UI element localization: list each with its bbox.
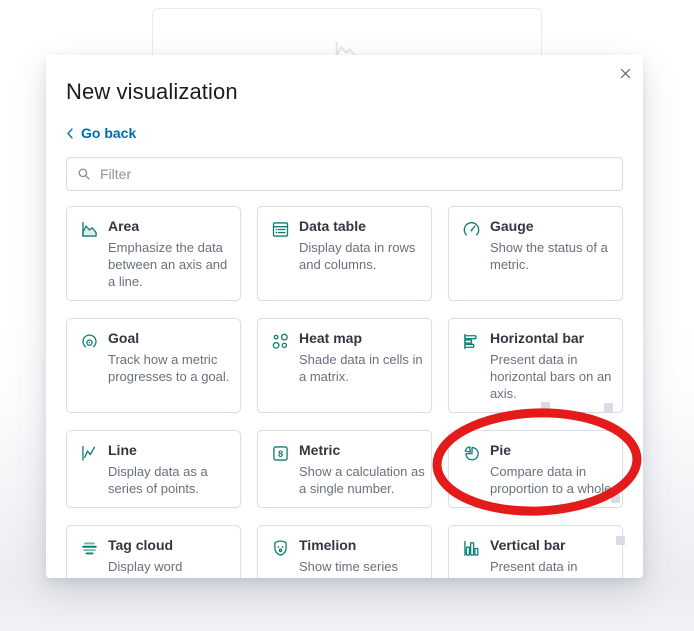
- card-description: Display data in rows and columns.: [299, 240, 416, 272]
- annotation-handle: [541, 402, 550, 411]
- close-icon[interactable]: [616, 64, 634, 82]
- card-title: Heat map: [299, 330, 363, 346]
- data-table-icon: [270, 219, 291, 240]
- card-line[interactable]: Line Display data as a series of points.: [66, 430, 241, 508]
- card-description: Shade data in cells in a matrix.: [299, 352, 423, 384]
- card-title: Area: [108, 218, 140, 234]
- modal-title: New visualization: [66, 79, 238, 104]
- card-title: Line: [108, 442, 137, 458]
- card-title: Tag cloud: [108, 537, 174, 553]
- pie-icon: [461, 443, 482, 464]
- metric-icon: 8: [270, 443, 291, 464]
- card-description: Show the status of a metric.: [490, 240, 608, 272]
- card-title: Vertical bar: [490, 537, 566, 553]
- chevron-left-icon: [66, 127, 74, 140]
- line-icon: [79, 443, 100, 464]
- card-gauge[interactable]: Gauge Show the status of a metric.: [448, 206, 623, 301]
- card-title: Goal: [108, 330, 140, 346]
- card-description: Track how a metric progresses to a goal.: [108, 352, 230, 384]
- card-title: Data table: [299, 218, 366, 234]
- card-horizontal-bar[interactable]: Horizontal bar Present data in horizontal…: [448, 318, 623, 413]
- card-title: Metric: [299, 442, 341, 458]
- annotation-handle: [604, 403, 613, 412]
- card-description: Show time series data on a graph.: [299, 559, 398, 578]
- card-description: Emphasize the data between an axis and a…: [108, 240, 228, 289]
- card-title: Gauge: [490, 218, 534, 234]
- go-back-label: Go back: [81, 125, 137, 141]
- tag-cloud-icon: [79, 538, 100, 559]
- card-metric[interactable]: 8 Metric Show a calculation as a single nu…: [257, 430, 432, 508]
- goal-icon: [79, 331, 100, 352]
- visualization-type-grid: Area Emphasize the data between an axis a…: [66, 206, 623, 578]
- vertical-bar-icon: [461, 538, 482, 559]
- card-area[interactable]: Area Emphasize the data between an axis a…: [66, 206, 241, 301]
- card-description: Present data in horizontal bars on an ax…: [490, 352, 612, 401]
- card-timelion[interactable]: Timelion Show time series data on a graph…: [257, 525, 432, 578]
- card-title: Horizontal bar: [490, 330, 585, 346]
- new-visualization-modal: New visualization Go back Area Emphasize …: [46, 55, 643, 578]
- horizontal-bar-icon: [461, 331, 482, 352]
- annotation-handle: [611, 494, 620, 503]
- card-title: Pie: [490, 442, 512, 458]
- card-title: Timelion: [299, 537, 357, 553]
- card-vertical-bar[interactable]: Vertical bar Present data in vertical bar…: [448, 525, 623, 578]
- card-description: Compare data in proportion to a whole.: [490, 464, 616, 496]
- card-pie[interactable]: Pie Compare data in proportion to a whole…: [448, 430, 623, 508]
- filter-input[interactable]: [66, 157, 623, 191]
- svg-text:8: 8: [278, 449, 283, 459]
- card-heat-map[interactable]: Heat map Shade data in cells in a matrix.: [257, 318, 432, 413]
- timelion-icon: [270, 538, 291, 559]
- card-data-table[interactable]: Data table Display data in rows and colum…: [257, 206, 432, 301]
- card-description: Display data as a series of points.: [108, 464, 208, 496]
- go-back-link[interactable]: Go back: [66, 125, 136, 141]
- heat-map-icon: [270, 331, 291, 352]
- card-tag-cloud[interactable]: Tag cloud Display word frequency with fon…: [66, 525, 241, 578]
- annotation-handle: [616, 536, 625, 545]
- card-description: Display word frequency with font size.: [108, 559, 217, 578]
- filter-search: [66, 157, 623, 191]
- card-goal[interactable]: Goal Track how a metric progresses to a g…: [66, 318, 241, 413]
- area-icon: [79, 219, 100, 240]
- card-description: Present data in vertical bars on an axis…: [490, 559, 596, 578]
- gauge-icon: [461, 219, 482, 240]
- card-description: Show a calculation as a single number.: [299, 464, 425, 496]
